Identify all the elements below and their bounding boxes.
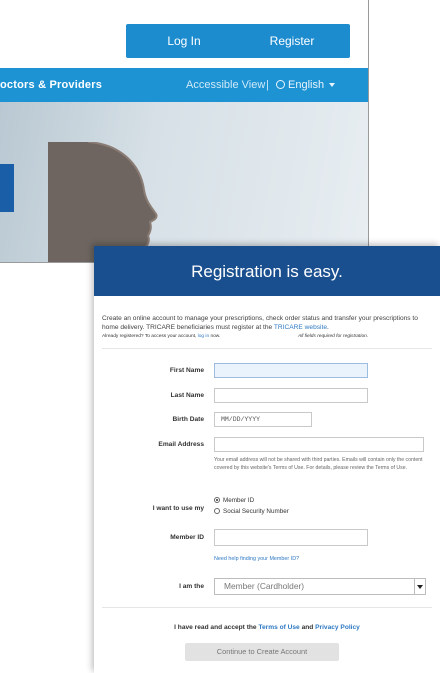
login-button[interactable]: Log In: [126, 24, 242, 58]
intro-text: Create an online account to manage your …: [102, 314, 432, 332]
i-am-label: I am the: [179, 583, 204, 590]
radio-ssn[interactable]: Social Security Number: [214, 508, 289, 515]
member-id-help-link[interactable]: Need help finding your Member ID?: [214, 556, 299, 562]
language-label: English: [288, 79, 325, 91]
chevron-down-icon: [414, 579, 425, 594]
terms-of-use-link[interactable]: Terms of Use: [258, 624, 299, 631]
radio-selected-icon: [214, 497, 220, 503]
registration-card: Registration is easy. Create an online a…: [94, 246, 440, 673]
i-am-selected-value: Member (Cardholder): [224, 581, 305, 591]
agree-text: I have read and accept the Terms of Use …: [94, 624, 440, 631]
chevron-down-icon: [329, 83, 336, 87]
side-accent-block: [0, 164, 14, 212]
background-page: Log In Register octors & Providers Acces…: [0, 0, 369, 263]
birth-date-label: Birth Date: [172, 416, 204, 423]
member-id-input[interactable]: [214, 529, 368, 546]
member-id-label: Member ID: [170, 534, 204, 541]
email-input[interactable]: [214, 437, 424, 452]
login-end-text: now.: [209, 334, 221, 340]
hero-image: [0, 102, 368, 262]
already-registered-text: Already registered? To access your accou…: [102, 334, 432, 342]
person-silhouette-image: [48, 142, 158, 262]
top-bar: Log In Register: [0, 0, 368, 68]
intro-end-text: .: [327, 324, 329, 332]
accessible-view-link[interactable]: Accessible View: [186, 68, 265, 102]
tricare-website-link[interactable]: TRICARE website: [274, 324, 327, 331]
ssn-option-label: Social Security Number: [223, 508, 289, 515]
first-name-input[interactable]: [214, 363, 368, 378]
radio-unselected-icon: [214, 508, 220, 514]
nav-bar: octors & Providers Accessible View | Eng…: [0, 68, 368, 102]
radio-member-id[interactable]: Member ID: [214, 497, 254, 504]
use-my-label: I want to use my: [152, 505, 204, 512]
registration-body: Create an online account to manage your …: [94, 314, 440, 350]
login-link[interactable]: log in: [198, 334, 209, 339]
divider: [102, 348, 432, 350]
agree-prefix: I have read and accept the: [174, 624, 259, 631]
email-help-text: Your email address will not be shared wi…: [214, 457, 423, 471]
required-note: All fields required for registration.: [298, 334, 369, 340]
birth-date-input[interactable]: MM/DD/YYYY: [214, 412, 312, 427]
registration-title: Registration is easy.: [94, 246, 440, 296]
continue-button[interactable]: Continue to Create Account: [185, 643, 339, 661]
last-name-input[interactable]: [214, 388, 368, 403]
register-button[interactable]: Register: [234, 24, 350, 58]
first-name-label: First Name: [169, 367, 204, 374]
divider: [102, 607, 432, 608]
nav-separator: |: [266, 79, 269, 91]
agree-and: and: [299, 624, 316, 631]
email-label: Email Address: [158, 441, 204, 448]
last-name-label: Last Name: [170, 392, 204, 399]
nav-doctors-providers[interactable]: octors & Providers: [0, 68, 102, 102]
already-text: Already registered? To access your accou…: [102, 334, 198, 340]
globe-icon: [276, 80, 285, 89]
member-id-option-label: Member ID: [223, 497, 255, 504]
i-am-select[interactable]: Member (Cardholder): [214, 578, 426, 595]
language-selector[interactable]: English: [276, 68, 336, 102]
intro-main-text: Create an online account to manage your …: [102, 315, 418, 332]
privacy-policy-link[interactable]: Privacy Policy: [315, 624, 360, 631]
